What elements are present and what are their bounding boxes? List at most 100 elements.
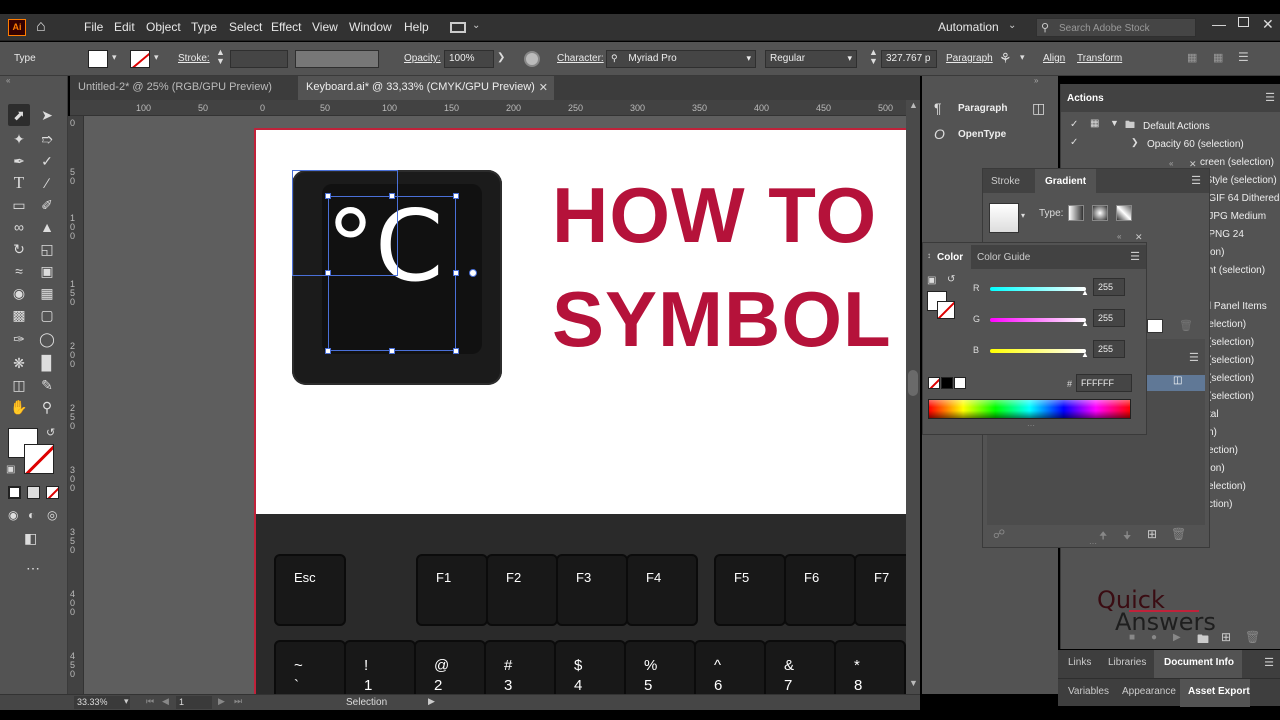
selection-handle[interactable] bbox=[389, 348, 395, 354]
blend-tool-icon[interactable]: ◯ bbox=[36, 328, 58, 350]
gradient-preview-swatch[interactable] bbox=[989, 203, 1019, 233]
fill-swatch[interactable] bbox=[88, 50, 108, 68]
shaper-tool-icon[interactable]: ∞ bbox=[8, 216, 30, 238]
chevron-down-icon[interactable]: ▾ bbox=[124, 696, 129, 707]
none-swatch[interactable] bbox=[928, 377, 940, 389]
stroke-color-swatch[interactable] bbox=[937, 301, 955, 319]
opacity-label[interactable]: Opacity: bbox=[404, 53, 441, 64]
zoom-tool-icon[interactable]: ⚲ bbox=[36, 396, 58, 418]
play-icon[interactable]: ▶ bbox=[1173, 632, 1181, 643]
radial-gradient-icon[interactable] bbox=[1092, 205, 1108, 221]
eraser-tool-icon[interactable]: ▲ bbox=[36, 216, 58, 238]
opacity-field[interactable]: 100% bbox=[444, 50, 494, 68]
hex-value-field[interactable]: FFFFFF bbox=[1076, 374, 1132, 392]
pen-tool-icon[interactable]: ✒ bbox=[8, 150, 30, 172]
isolate-icon[interactable]: ▦ bbox=[1187, 51, 1197, 64]
red-value-field[interactable]: 255 bbox=[1093, 278, 1125, 296]
draw-inside-icon[interactable]: ◎ bbox=[47, 508, 57, 522]
home-icon[interactable]: ⌂ bbox=[36, 18, 46, 36]
type-tool-icon[interactable]: T bbox=[8, 172, 30, 194]
recolor-artwork-icon[interactable] bbox=[524, 51, 540, 67]
delete-icon[interactable]: 🗑 bbox=[1245, 630, 1260, 644]
zoom-field[interactable]: 33.33% bbox=[74, 696, 130, 709]
collapse-icon[interactable]: « bbox=[1169, 159, 1173, 168]
status-arrow-icon[interactable]: ▶ bbox=[428, 696, 435, 707]
selection-handle[interactable] bbox=[453, 348, 459, 354]
selection-handle[interactable] bbox=[325, 193, 331, 199]
variable-width-profile[interactable] bbox=[295, 50, 379, 68]
degree-celsius-key-artwork[interactable]: °C bbox=[292, 170, 502, 385]
keyboard-artwork[interactable]: Esc F1 F2 F3 F4 F5 F6 F7 ~ ` ! 1 @2 #3 $4 … bbox=[256, 514, 906, 694]
selection-handle[interactable] bbox=[389, 193, 395, 199]
stroke-color-swatch[interactable] bbox=[24, 444, 54, 474]
free-transform-tool-icon[interactable]: ▣ bbox=[36, 260, 58, 282]
direct-selection-tool-icon[interactable]: ➤ bbox=[36, 104, 58, 126]
chevron-down-icon[interactable]: ▼ bbox=[1110, 118, 1119, 128]
default-colors-icon[interactable]: ▣ bbox=[6, 464, 15, 475]
none-mode-icon[interactable] bbox=[46, 486, 59, 499]
width-tool-icon[interactable]: ≈ bbox=[8, 260, 30, 282]
selection-handle[interactable] bbox=[453, 193, 459, 199]
record-icon[interactable]: ● bbox=[1151, 632, 1157, 643]
gradient-mode-icon[interactable] bbox=[27, 486, 40, 499]
menu-help[interactable]: Help bbox=[404, 20, 429, 34]
resize-grip-icon[interactable]: ⋯ bbox=[1089, 539, 1097, 548]
tab-keyboard-ai[interactable]: Keyboard.ai* @ 33,33% (CMYK/GPU Preview)… bbox=[298, 76, 554, 100]
menu-edit[interactable]: Edit bbox=[114, 20, 135, 34]
last-artboard-icon[interactable]: ⏭ bbox=[234, 696, 242, 707]
menu-file[interactable]: File bbox=[84, 20, 103, 34]
chevron-down-icon[interactable]: ▾ bbox=[1021, 211, 1025, 220]
selection-handle[interactable] bbox=[325, 270, 331, 276]
new-set-icon[interactable]: 🖿 bbox=[1197, 630, 1209, 651]
rectangle-tool-icon[interactable]: ▭ bbox=[8, 194, 30, 216]
line-tool-icon[interactable]: ∕ bbox=[36, 172, 58, 194]
stroke-label[interactable]: Stroke: bbox=[178, 53, 210, 64]
tab-color-guide[interactable]: Color Guide bbox=[977, 252, 1030, 263]
blue-slider-thumb[interactable]: ▲ bbox=[1081, 350, 1089, 359]
action-set-row[interactable]: ✓ ▦ ▼ 🖿 Default Actions bbox=[1061, 118, 1280, 136]
color-mode-icon[interactable] bbox=[8, 486, 21, 499]
next-artboard-icon[interactable]: ▶ bbox=[218, 696, 225, 707]
chevron-down-icon[interactable]: ▾ bbox=[1020, 52, 1025, 63]
tab-libraries[interactable]: Libraries bbox=[1108, 657, 1146, 668]
stock-search-input[interactable]: ⚲ Search Adobe Stock bbox=[1036, 18, 1196, 37]
artboard-tool-icon[interactable]: ◫ bbox=[8, 374, 30, 396]
selection-tool-icon[interactable]: ⬈ bbox=[8, 104, 30, 126]
tab-asset-export[interactable]: Asset Export bbox=[1188, 686, 1250, 697]
color-spectrum-bar[interactable] bbox=[928, 399, 1131, 419]
vertical-scrollbar[interactable]: ▲ ▼ bbox=[906, 100, 920, 694]
green-slider-thumb[interactable]: ▲ bbox=[1081, 319, 1089, 328]
close-icon[interactable]: ✕ bbox=[1262, 16, 1274, 33]
character-label[interactable]: Character: bbox=[557, 53, 604, 64]
panel-icon[interactable]: ◫ bbox=[1032, 100, 1045, 117]
rotate-widget-handle[interactable] bbox=[469, 269, 477, 277]
chevron-down-icon[interactable]: ⌄ bbox=[472, 20, 480, 31]
stroke-swatch-none[interactable] bbox=[130, 50, 150, 68]
curvature-tool-icon[interactable]: ✓ bbox=[36, 150, 58, 172]
menu-lines-icon[interactable]: ☰ bbox=[1189, 351, 1199, 364]
vertical-ruler[interactable]: 0 5 0 1 0 0 1 5 0 2 0 0 2 5 0 3 0 0 3 5 … bbox=[68, 116, 84, 694]
stop-icon[interactable]: ■ bbox=[1129, 632, 1135, 643]
tab-stroke[interactable]: Stroke bbox=[991, 176, 1020, 187]
stepper-icon[interactable]: ▲ ▼ bbox=[869, 48, 878, 66]
gradient-stop-swatch[interactable] bbox=[1147, 319, 1163, 333]
blue-slider-track[interactable] bbox=[990, 349, 1086, 353]
chevron-right-icon[interactable]: ❯ bbox=[1131, 137, 1139, 148]
font-size-field[interactable]: 327.767 p bbox=[881, 50, 937, 68]
delete-icon[interactable]: 🗑 bbox=[1171, 527, 1186, 541]
link-icon[interactable]: ☍ bbox=[993, 527, 1005, 541]
font-style-field[interactable]: Regular ▾ bbox=[765, 50, 857, 68]
rotate-tool-icon[interactable]: ↻ bbox=[8, 238, 30, 260]
paragraph-icon[interactable]: ¶ bbox=[934, 100, 942, 116]
freeform-gradient-icon[interactable] bbox=[1116, 205, 1132, 221]
checkmark-icon[interactable]: ✓ bbox=[1070, 119, 1078, 130]
opentype-icon[interactable]: O bbox=[934, 126, 945, 142]
green-slider-track[interactable] bbox=[990, 318, 1086, 322]
tab-links[interactable]: Links bbox=[1068, 657, 1091, 668]
menu-lines-icon[interactable]: ☰ bbox=[1191, 174, 1201, 187]
menu-type[interactable]: Type bbox=[191, 20, 217, 34]
menu-effect[interactable]: Effect bbox=[271, 20, 301, 34]
chevron-down-icon[interactable]: ▾ bbox=[154, 52, 159, 63]
dialog-toggle-icon[interactable]: ▦ bbox=[1090, 118, 1099, 129]
perspective-grid-tool-icon[interactable]: ▦ bbox=[36, 282, 58, 304]
